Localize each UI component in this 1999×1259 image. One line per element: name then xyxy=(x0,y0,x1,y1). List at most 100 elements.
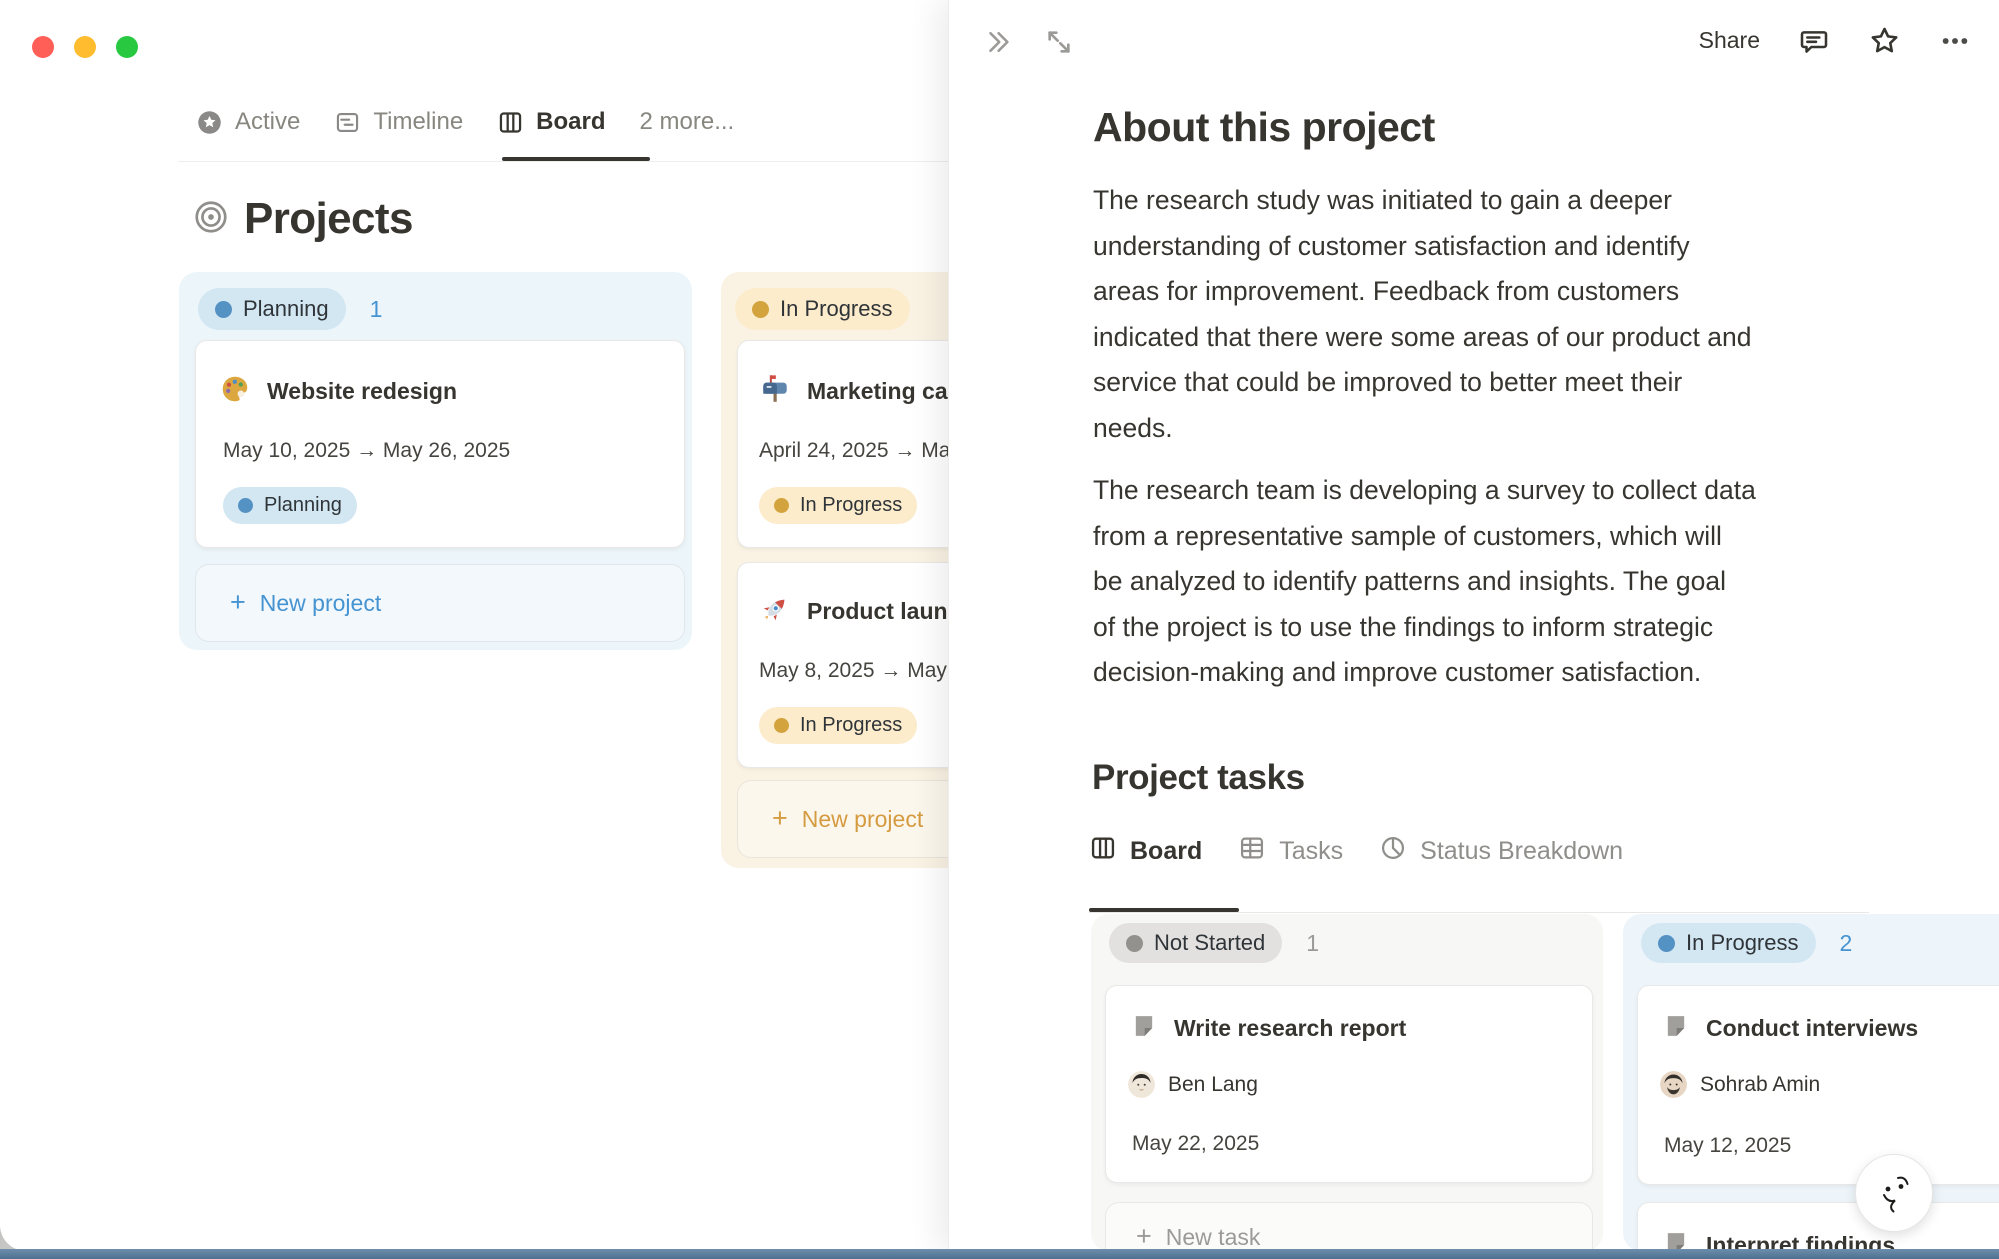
status-dot xyxy=(1126,935,1143,952)
status-dot xyxy=(1658,935,1675,952)
tab-more-views[interactable]: 2 more... xyxy=(640,108,735,136)
zoom-window-button[interactable] xyxy=(116,36,138,58)
card-date: May 12, 2025 xyxy=(1664,1134,1791,1158)
column-name: Planning xyxy=(243,296,329,322)
about-paragraph-2: The research team is developing a survey… xyxy=(1093,468,1883,696)
status-dot xyxy=(752,301,769,318)
table-icon xyxy=(1238,834,1266,869)
avatar-sohrab-amin xyxy=(1660,1071,1687,1098)
about-heading: About this project xyxy=(1093,104,1435,151)
column-header-pill-not-started[interactable]: Not Started xyxy=(1109,923,1282,963)
peek-toolbar-right: Share xyxy=(1695,20,1975,61)
more-options-icon[interactable] xyxy=(1935,21,1975,61)
plus-icon: + xyxy=(230,589,246,616)
card-title: Product laun xyxy=(807,598,948,625)
column-header-pill-in-progress[interactable]: In Progress xyxy=(735,288,910,330)
plus-icon: + xyxy=(772,805,788,832)
status-label: Planning xyxy=(264,494,342,517)
close-window-button[interactable] xyxy=(32,36,54,58)
timeline-icon xyxy=(334,109,361,136)
tab-label: Status Breakdown xyxy=(1420,837,1623,866)
card-title: Website redesign xyxy=(267,378,457,405)
expand-page-icon[interactable] xyxy=(1039,22,1079,62)
plus-icon: + xyxy=(1136,1223,1152,1250)
new-project-label: New project xyxy=(802,806,923,833)
status-dot xyxy=(238,498,253,513)
card-date-range: May 8, 2025 → May xyxy=(759,659,947,683)
tab-active-view[interactable]: Active xyxy=(196,108,300,136)
assignee-name: Sohrab Amin xyxy=(1700,1073,1820,1097)
tasks-tab-board[interactable]: Board xyxy=(1089,834,1202,869)
tab-label: Board xyxy=(536,108,605,136)
favorite-star-icon[interactable] xyxy=(1864,20,1905,61)
card-title: Write research report xyxy=(1174,1015,1406,1042)
task-card-interpret-findings[interactable]: Interpret findings xyxy=(1637,1202,1999,1251)
palette-emoji-icon xyxy=(219,373,251,410)
status-label: In Progress xyxy=(800,714,902,737)
card-status-tag: Planning xyxy=(223,487,357,524)
new-task-label: New task xyxy=(1166,1224,1261,1251)
card-status-tag: In Progress xyxy=(759,487,917,524)
page-title: Projects xyxy=(192,194,413,244)
tabs-divider xyxy=(178,161,948,162)
comments-icon[interactable] xyxy=(1794,21,1834,61)
column-name: In Progress xyxy=(780,296,893,322)
card-title: Conduct interviews xyxy=(1706,1015,1918,1042)
mailbox-emoji-icon xyxy=(759,373,791,410)
task-card-write-research-report[interactable]: Write research report Ben Lang May 22, 2… xyxy=(1105,985,1593,1183)
card-status-tag: In Progress xyxy=(759,707,917,744)
tab-timeline-view[interactable]: Timeline xyxy=(334,108,463,136)
star-badge-icon xyxy=(196,109,223,136)
notion-window: Active Timeline Board 2 more... xyxy=(0,0,1999,1251)
database-view-tabs: Active Timeline Board 2 more... xyxy=(196,108,734,136)
card-date-range: April 24, 2025 → Ma xyxy=(759,439,950,463)
tab-label: Tasks xyxy=(1279,837,1343,866)
board-icon xyxy=(1089,834,1117,869)
tab-board-view[interactable]: Board xyxy=(497,108,605,136)
minimize-window-button[interactable] xyxy=(74,36,96,58)
assignee-name: Ben Lang xyxy=(1168,1073,1258,1097)
page-icon xyxy=(1662,1229,1690,1251)
page-icon xyxy=(1662,1012,1690,1045)
tab-label: Timeline xyxy=(373,108,463,136)
task-card-conduct-interviews[interactable]: Conduct interviews Sohrab Amin May 12, 2… xyxy=(1637,985,1999,1185)
card-title: Marketing ca xyxy=(807,378,948,405)
status-dot xyxy=(215,301,232,318)
column-count: 1 xyxy=(1306,930,1319,957)
ai-face-icon xyxy=(1871,1170,1917,1216)
screen-bottom-edge xyxy=(0,1249,1999,1259)
project-card-website-redesign[interactable]: Website redesign May 10, 2025 → May 26, … xyxy=(195,340,685,548)
peek-toolbar-left xyxy=(979,22,1079,62)
column-header-pill-in-progress[interactable]: In Progress xyxy=(1641,923,1816,963)
new-project-button-planning[interactable]: + New project xyxy=(195,564,685,642)
column-name: In Progress xyxy=(1686,930,1799,956)
status-label: In Progress xyxy=(800,494,902,517)
close-peek-double-chevron-icon[interactable] xyxy=(979,23,1017,61)
window-controls xyxy=(32,36,138,58)
status-dot xyxy=(774,718,789,733)
screenshot-root: Active Timeline Board 2 more... xyxy=(0,0,1999,1259)
new-task-button[interactable]: + New task xyxy=(1105,1202,1593,1251)
target-icon xyxy=(192,198,230,241)
tasks-tab-table[interactable]: Tasks xyxy=(1238,834,1343,869)
column-count: 1 xyxy=(370,296,383,323)
tasks-view-tabs: Board Tasks Status Breakdown xyxy=(1089,834,1623,869)
side-peek-panel: Share About this project The research st… xyxy=(948,0,1999,1251)
page-icon xyxy=(1130,1012,1158,1045)
notion-ai-button[interactable] xyxy=(1855,1154,1933,1232)
new-project-label: New project xyxy=(260,590,381,617)
board-icon xyxy=(497,109,524,136)
column-count: 2 xyxy=(1840,930,1853,957)
column-name: Not Started xyxy=(1154,930,1265,956)
avatar-ben-lang xyxy=(1128,1071,1155,1098)
column-header-pill-planning[interactable]: Planning xyxy=(198,288,346,330)
tab-label: 2 more... xyxy=(640,108,735,136)
tasks-tab-status-breakdown[interactable]: Status Breakdown xyxy=(1379,834,1623,869)
share-button[interactable]: Share xyxy=(1695,23,1764,58)
tab-label: Board xyxy=(1130,837,1202,866)
status-dot xyxy=(774,498,789,513)
about-paragraph-1: The research study was initiated to gain… xyxy=(1093,178,1883,451)
card-date: May 22, 2025 xyxy=(1132,1132,1259,1156)
tabs-divider xyxy=(1089,912,1869,913)
project-tasks-heading: Project tasks xyxy=(1092,758,1305,798)
